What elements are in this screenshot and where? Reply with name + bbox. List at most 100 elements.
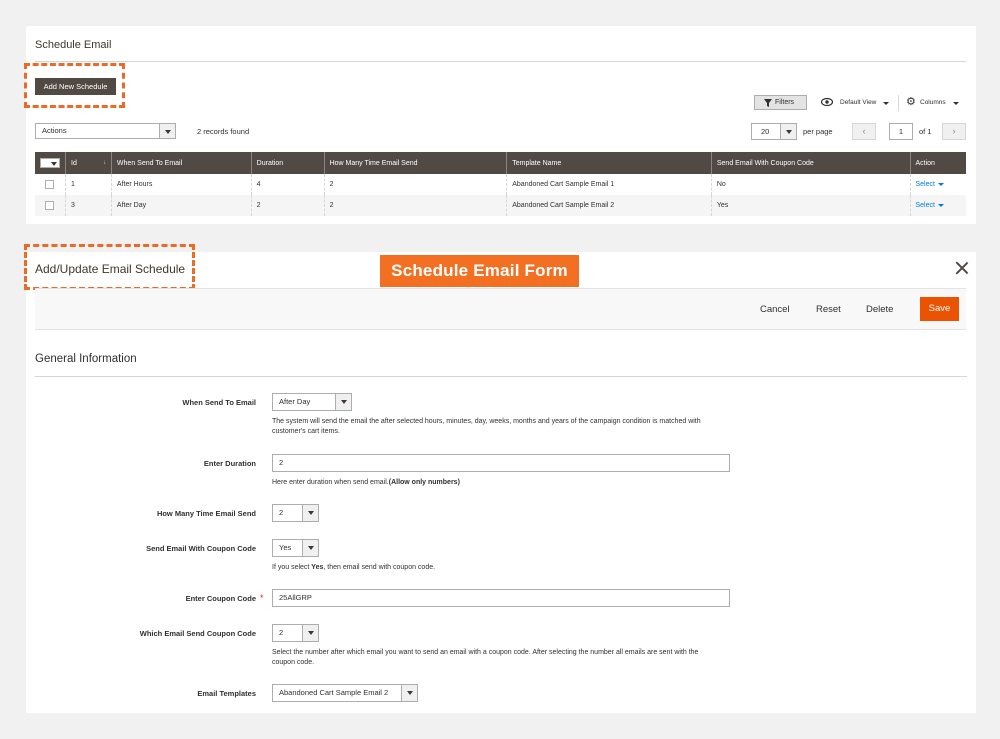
chevron-down-icon	[302, 540, 318, 556]
per-page-select[interactable]: 20	[751, 123, 797, 140]
cell-duration: 2	[250, 195, 325, 216]
column-header-when[interactable]: When Send To Email	[110, 152, 252, 174]
cell-template: Abandoned Cart Sample Email 1	[506, 174, 712, 195]
filters-button[interactable]: Filters	[754, 95, 807, 110]
coupon-code-input[interactable]: 25AllGRP	[272, 589, 730, 607]
eye-icon	[821, 98, 833, 106]
page-number-input[interactable]: 1	[889, 123, 913, 140]
row-checkbox[interactable]	[45, 201, 54, 210]
row-checkbox-cell	[35, 195, 66, 216]
filters-label: Filters	[775, 99, 795, 106]
times-label: How Many Time Email Send	[156, 509, 256, 518]
cancel-button[interactable]: Cancel	[760, 304, 790, 315]
default-view-dropdown[interactable]: Default View	[821, 97, 891, 109]
grid-title: Schedule Email	[35, 39, 112, 51]
coupon-note: If you select Yes, then email send with …	[272, 564, 436, 571]
times-value: 2	[279, 508, 284, 517]
grid-title-divider	[35, 61, 966, 62]
table-header-row: Id ↓ When Send To Email Duration How Many…	[35, 152, 966, 174]
cell-when: After Hours	[110, 174, 252, 195]
coupon-code-label: Enter Coupon Code	[185, 594, 256, 603]
when-send-label: When Send To Email	[182, 398, 256, 407]
chevron-down-icon	[335, 394, 351, 410]
chevron-down-icon	[302, 625, 318, 641]
section-divider	[35, 376, 967, 377]
mass-actions-value: Actions	[42, 126, 67, 135]
which-email-label: Which Email Send Coupon Code	[139, 629, 256, 638]
cell-times: 2	[323, 195, 507, 216]
select-link[interactable]: Select	[916, 181, 935, 188]
when-send-select[interactable]: After Day	[272, 393, 352, 411]
email-templates-select[interactable]: Abandoned Cart Sample Email 2	[272, 684, 418, 702]
page-prev-button[interactable]: ‹	[852, 123, 876, 140]
select-all-checkbox[interactable]	[40, 158, 60, 168]
select-all-header[interactable]	[35, 152, 66, 174]
when-send-note: The system will send the email the after…	[272, 418, 701, 435]
gear-icon: ⚙	[906, 96, 916, 108]
cell-when: After Day	[110, 195, 252, 216]
chevron-down-icon	[937, 203, 944, 207]
which-email-select[interactable]: 2	[272, 624, 319, 642]
mass-actions-select[interactable]: Actions	[35, 123, 176, 139]
row-checkbox-cell	[35, 174, 66, 195]
column-header-duration[interactable]: Duration	[250, 152, 325, 174]
chevron-down-icon	[401, 685, 417, 701]
chevron-down-icon	[159, 124, 175, 138]
table-row: 3 After Day 2 2 Abandoned Cart Sample Em…	[35, 195, 966, 216]
chevron-down-icon	[302, 505, 318, 521]
records-found: 2 records found	[197, 127, 250, 136]
select-link[interactable]: Select	[916, 202, 935, 209]
save-button[interactable]: Save	[920, 297, 959, 321]
duration-note: Here enter duration when send email.(All…	[272, 479, 460, 486]
chevron-down-icon	[937, 182, 944, 186]
add-new-schedule-button[interactable]: Add New Schedule	[35, 78, 116, 95]
row-action-select[interactable]: Select	[909, 174, 966, 195]
delete-button[interactable]: Delete	[866, 304, 893, 315]
row-action-select[interactable]: Select	[909, 195, 966, 216]
chevron-down-icon	[883, 102, 889, 105]
coupon-label: Send Email With Coupon Code	[146, 544, 256, 553]
toolbar-divider	[898, 95, 899, 111]
cell-coupon: Yes	[710, 195, 910, 216]
table-row: 1 After Hours 4 2 Abandoned Cart Sample …	[35, 174, 966, 195]
cell-coupon: No	[710, 174, 910, 195]
column-header-action: Action	[909, 152, 966, 174]
when-send-value: After Day	[279, 397, 311, 406]
columns-dropdown[interactable]: ⚙ Columns	[906, 96, 961, 109]
filter-icon	[764, 99, 772, 107]
row-checkbox[interactable]	[45, 180, 54, 189]
chevron-right-icon: ›	[952, 126, 956, 136]
close-icon[interactable]	[955, 261, 969, 275]
which-email-value: 2	[279, 628, 284, 637]
page-total: of 1	[919, 127, 932, 136]
schedule-table: Id ↓ When Send To Email Duration How Many…	[35, 152, 966, 216]
column-header-coupon[interactable]: Send Email With Coupon Code	[710, 152, 910, 174]
page-next-button[interactable]: ›	[942, 123, 966, 140]
sort-arrow-icon: ↓	[102, 159, 106, 166]
cell-id: 1	[65, 174, 112, 195]
form-action-bar: Cancel Reset Delete Save	[35, 288, 966, 330]
chevron-down-icon	[780, 124, 796, 139]
coupon-select[interactable]: Yes	[272, 539, 319, 557]
cell-times: 2	[323, 174, 507, 195]
cell-id: 3	[65, 195, 112, 216]
email-templates-value: Abandoned Cart Sample Email 2	[279, 688, 389, 697]
cell-template: Abandoned Cart Sample Email 2	[506, 195, 712, 216]
column-header-times[interactable]: How Many Time Email Send	[323, 152, 507, 174]
duration-input[interactable]: 2	[272, 454, 730, 472]
duration-label: Enter Duration	[203, 459, 256, 468]
email-templates-label: Email Templates	[197, 689, 256, 698]
email-schedule-form-panel: Add/Update Email Schedule Schedule Email…	[24, 244, 976, 713]
form-title: Add/Update Email Schedule	[35, 262, 186, 276]
columns-label: Columns	[920, 99, 946, 106]
schedule-email-grid-panel: Schedule Email Add New Schedule Filters …	[24, 26, 976, 224]
required-asterisk: *	[260, 593, 264, 603]
column-header-id[interactable]: Id ↓	[65, 152, 112, 174]
chevron-down-icon	[953, 102, 959, 105]
column-header-template[interactable]: Template Name	[506, 152, 712, 174]
reset-button[interactable]: Reset	[816, 304, 841, 315]
default-view-label: Default View	[840, 99, 877, 106]
per-page-label: per page	[803, 127, 833, 136]
schedule-email-form-badge: Schedule Email Form	[380, 255, 579, 287]
times-select[interactable]: 2	[272, 504, 319, 522]
